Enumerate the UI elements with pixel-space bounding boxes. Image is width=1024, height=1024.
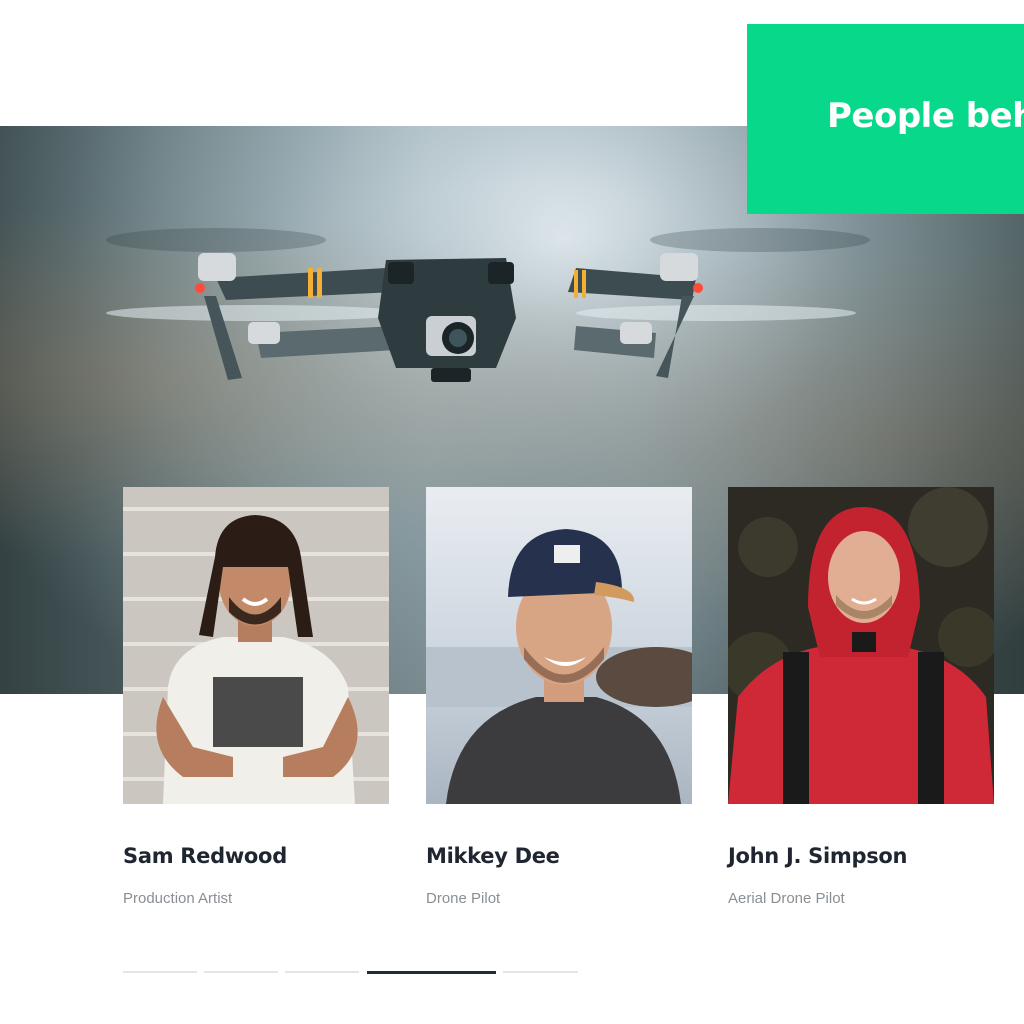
- avatar: [426, 487, 692, 804]
- team-card[interactable]: Sam Redwood Production Artist: [123, 487, 389, 907]
- pager-dot-active[interactable]: [367, 971, 496, 974]
- member-role: Drone Pilot: [426, 890, 501, 907]
- member-name: Mikkey Dee: [426, 844, 560, 868]
- team-carousel: Sam Redwood Production Artist Mikkey Dee…: [0, 0, 1024, 1024]
- pager-dot[interactable]: [204, 971, 278, 973]
- team-card[interactable]: John J. Simpson Aerial Drone Pilot: [728, 487, 994, 907]
- pager-dot[interactable]: [123, 971, 197, 973]
- team-card[interactable]: Mikkey Dee Drone Pilot: [426, 487, 692, 907]
- member-name: John J. Simpson: [728, 844, 908, 868]
- member-name: Sam Redwood: [123, 844, 287, 868]
- avatar: [728, 487, 994, 804]
- team-section: People behi: [0, 0, 1024, 1024]
- pager-dot[interactable]: [285, 971, 359, 973]
- member-role: Production Artist: [123, 890, 233, 907]
- avatar: [123, 487, 389, 804]
- pager-dot[interactable]: [503, 971, 578, 973]
- member-role: Aerial Drone Pilot: [728, 890, 845, 907]
